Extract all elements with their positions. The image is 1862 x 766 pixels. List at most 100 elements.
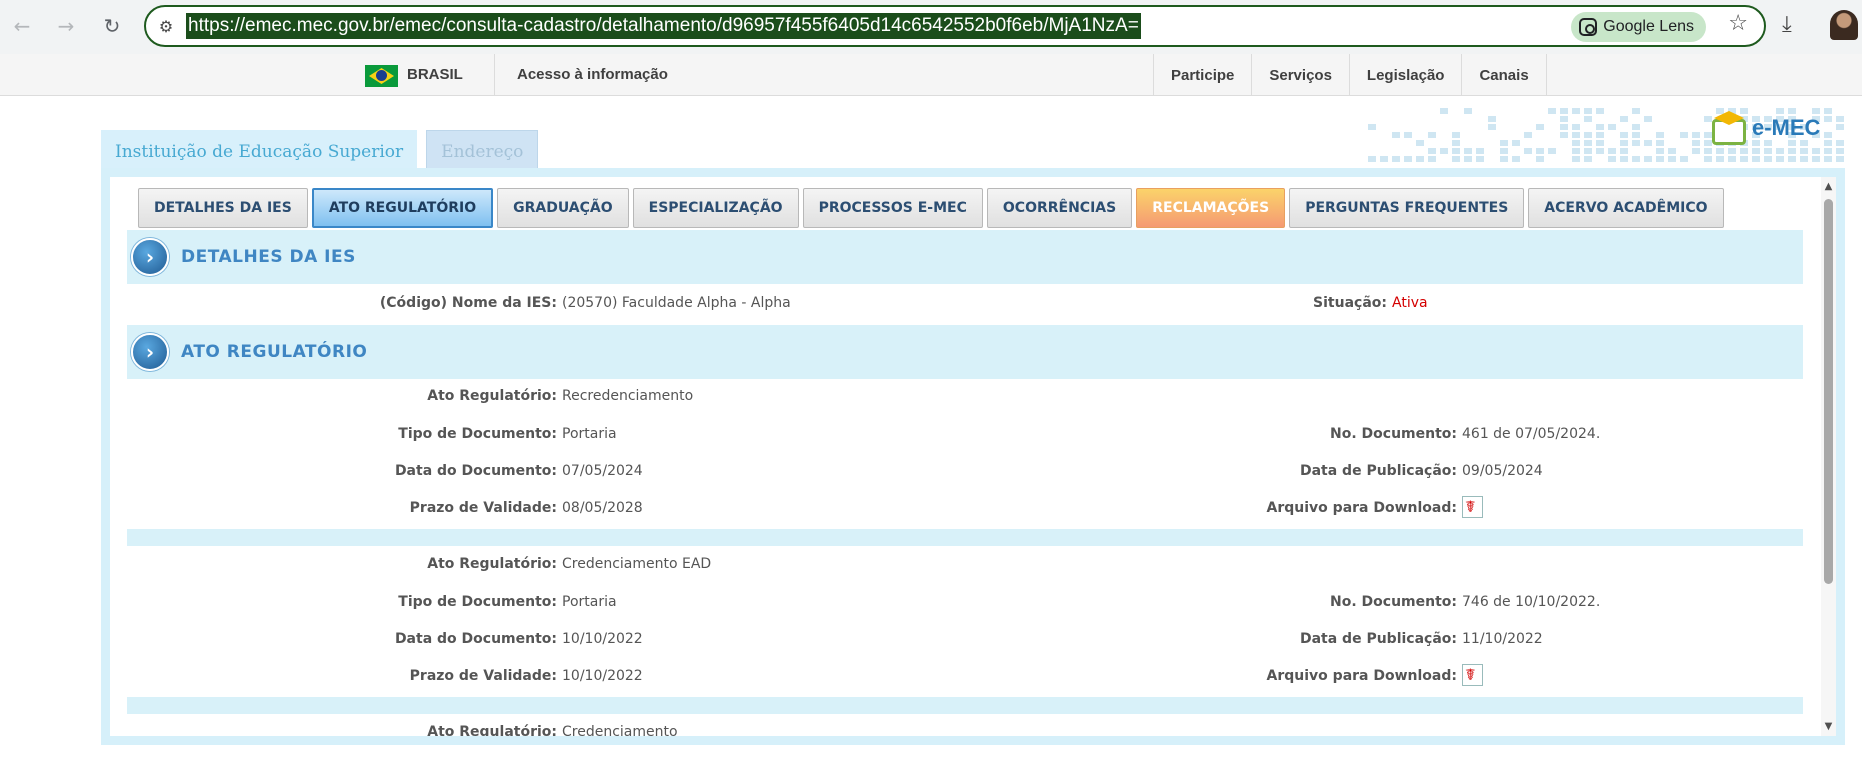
- emec-logo-icon: [1710, 109, 1748, 147]
- tab-ato-regulatorio[interactable]: ATO REGULATÓRIO: [311, 188, 494, 228]
- scroll-down-icon[interactable]: ▼: [1823, 721, 1834, 732]
- address-bar[interactable]: ⚙ https://emec.mec.gov.br/emec/consulta-…: [144, 5, 1766, 47]
- pattern-pixel: [1584, 156, 1592, 162]
- divider: [494, 54, 495, 96]
- pattern-pixel: [1632, 132, 1640, 138]
- pattern-pixel: [1488, 116, 1496, 122]
- ato-value: Credenciamento EAD: [562, 556, 712, 572]
- pattern-pixel: [1452, 140, 1460, 146]
- brasil-link[interactable]: BRASIL: [407, 66, 463, 83]
- tab-endereco[interactable]: Endereço: [426, 130, 539, 168]
- pattern-pixel: [1596, 140, 1604, 146]
- chevron-right-icon: ›: [131, 238, 169, 276]
- pattern-pixel: [1572, 132, 1580, 138]
- pattern-pixel: [1476, 148, 1484, 154]
- pattern-pixel: [1428, 132, 1436, 138]
- pdf-download-button[interactable]: [1458, 664, 1483, 686]
- situacao-value: Ativa: [1392, 295, 1428, 311]
- chevron-right-icon: ›: [131, 333, 169, 371]
- arquivo-label: Arquivo para Download:: [1266, 500, 1457, 516]
- ato-label: Ato Regulatório:: [427, 388, 557, 404]
- pattern-pixel: [1572, 148, 1580, 154]
- pattern-pixel: [1392, 132, 1400, 138]
- ato-label: Ato Regulatório:: [427, 724, 557, 736]
- acesso-informacao-link[interactable]: Acesso à informação: [517, 66, 668, 83]
- pattern-pixel: [1452, 156, 1460, 162]
- pattern-pixel: [1572, 140, 1580, 146]
- pattern-pixel: [1416, 140, 1424, 146]
- servicos-link[interactable]: Serviços: [1251, 54, 1349, 96]
- data-pub-value: 11/10/2022: [1462, 631, 1543, 647]
- tab-reclamacoes[interactable]: RECLAMAÇÕES: [1136, 188, 1286, 228]
- pattern-pixel: [1368, 124, 1376, 130]
- data-pub-label: Data de Publicação:: [1299, 631, 1457, 647]
- pattern-pixel: [1596, 148, 1604, 154]
- google-lens-button[interactable]: Google Lens: [1571, 12, 1706, 42]
- tab-ocorrencias[interactable]: OCORRÊNCIAS: [986, 188, 1133, 228]
- canais-link[interactable]: Canais: [1461, 54, 1547, 96]
- pattern-pixel: [1632, 156, 1640, 162]
- emec-logo[interactable]: e-MEC: [1710, 106, 1844, 150]
- pdf-download-button[interactable]: [1458, 496, 1483, 518]
- url-text[interactable]: https://emec.mec.gov.br/emec/consulta-ca…: [186, 13, 1141, 39]
- brazil-flag-icon: [365, 65, 398, 87]
- forward-arrow-icon[interactable]: →: [48, 8, 84, 44]
- pattern-pixel: [1764, 156, 1772, 162]
- pattern-pixel: [1776, 156, 1784, 162]
- avatar[interactable]: [1830, 10, 1858, 40]
- pattern-pixel: [1380, 156, 1388, 162]
- pattern-pixel: [1620, 116, 1628, 122]
- pattern-pixel: [1620, 132, 1628, 138]
- scroll-thumb[interactable]: [1824, 199, 1833, 584]
- pattern-pixel: [1584, 132, 1592, 138]
- tab-graduacao[interactable]: GRADUAÇÃO: [497, 188, 629, 228]
- tab-especializacao[interactable]: ESPECIALIZAÇÃO: [632, 188, 799, 228]
- participe-link[interactable]: Participe: [1153, 54, 1251, 96]
- pattern-pixel: [1476, 156, 1484, 162]
- tab-detalhes-ies[interactable]: DETALHES DA IES: [138, 188, 308, 228]
- bookmark-star-icon[interactable]: ☆: [1728, 11, 1748, 36]
- reload-icon[interactable]: ↻: [94, 8, 130, 44]
- pattern-pixel: [1500, 148, 1508, 154]
- pattern-pixel: [1488, 124, 1496, 130]
- pattern-pixel: [1620, 140, 1628, 146]
- pattern-pixel: [1572, 108, 1580, 114]
- ies-name-label: (Código) Nome da IES:: [379, 295, 557, 311]
- pattern-pixel: [1428, 148, 1436, 154]
- scrollbar[interactable]: ▲ ▼: [1821, 177, 1836, 736]
- pattern-pixel: [1752, 156, 1760, 162]
- google-lens-label: Google Lens: [1603, 18, 1694, 35]
- data-pub-value: 09/05/2024: [1462, 463, 1543, 479]
- record-separator: [127, 697, 1803, 714]
- section-tabs: DETALHES DA IES ATO REGULATÓRIO GRADUAÇÃ…: [138, 188, 1724, 228]
- pattern-pixel: [1692, 140, 1700, 146]
- pattern-pixel: [1452, 132, 1460, 138]
- pattern-pixel: [1572, 124, 1580, 130]
- scroll-up-icon[interactable]: ▲: [1823, 181, 1834, 192]
- prazo-value: 08/05/2028: [562, 500, 643, 516]
- back-arrow-icon[interactable]: ←: [4, 8, 40, 44]
- arquivo-label: Arquivo para Download:: [1266, 668, 1457, 684]
- section-title: DETALHES DA IES: [181, 247, 356, 267]
- data-doc-value: 07/05/2024: [562, 463, 643, 479]
- pattern-pixel: [1596, 124, 1604, 130]
- pattern-pixel: [1512, 140, 1520, 146]
- gov-links: Participe Serviços Legislação Canais: [1153, 54, 1547, 96]
- pdf-icon: [1462, 496, 1483, 518]
- pattern-pixel: [1656, 140, 1664, 146]
- pattern-pixel: [1536, 156, 1544, 162]
- pattern-pixel: [1644, 140, 1652, 146]
- pattern-pixel: [1596, 108, 1604, 114]
- tab-perguntas-frequentes[interactable]: PERGUNTAS FREQUENTES: [1289, 188, 1525, 228]
- pattern-pixel: [1524, 148, 1532, 154]
- legislacao-link[interactable]: Legislação: [1348, 54, 1462, 96]
- data-pub-label: Data de Publicação:: [1299, 463, 1457, 479]
- pattern-pixel: [1548, 108, 1556, 114]
- pattern-pixel: [1428, 156, 1436, 162]
- tab-processos-emec[interactable]: PROCESSOS E-MEC: [802, 188, 983, 228]
- tab-instituicao[interactable]: Instituição de Educação Superior: [101, 130, 418, 168]
- download-icon[interactable]: ⤓: [1782, 12, 1792, 37]
- site-settings-icon[interactable]: ⚙: [146, 17, 186, 36]
- tab-acervo-academico[interactable]: ACERVO ACADÊMICO: [1528, 188, 1724, 228]
- pattern-pixel: [1692, 148, 1700, 154]
